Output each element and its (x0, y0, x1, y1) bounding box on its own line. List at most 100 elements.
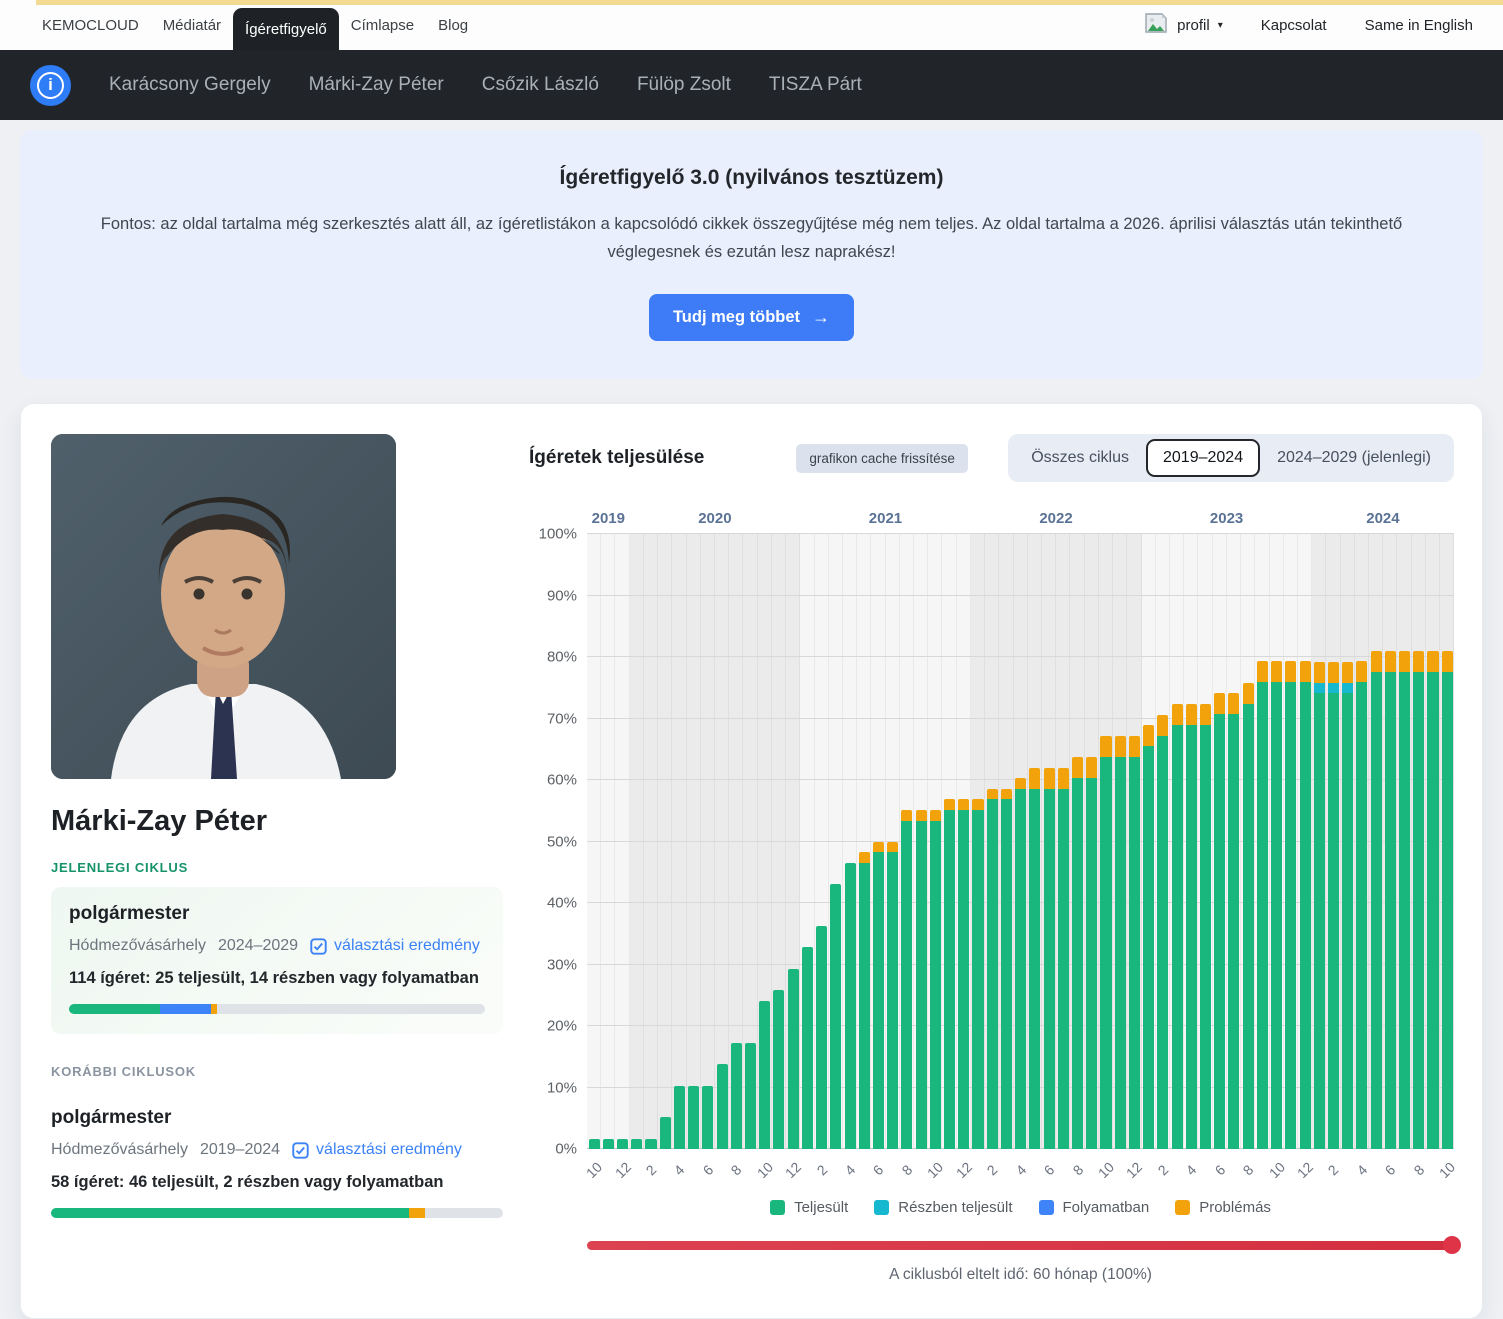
x-axis-label: 2 (813, 1162, 830, 1179)
y-axis-label: 50% (547, 833, 587, 850)
chart-bar-2024-08 (1412, 534, 1426, 1149)
chart-bar-2021-06 (871, 534, 885, 1149)
chart-bar-2020-01 (630, 534, 644, 1149)
chart-bar-2020-05 (687, 534, 701, 1149)
cycle-toggle[interactable]: 2019–2024 (1146, 439, 1260, 477)
chart-bar-2020-04 (672, 534, 686, 1149)
x-axis-label: 4 (671, 1162, 688, 1179)
legend-item[interactable]: Folyamatban (1039, 1199, 1150, 1216)
hero-description: Fontos: az oldal tartalma még szerkeszté… (64, 210, 1439, 266)
top-nav-tabs: KEMOCLOUD MédiatárÍgéretfigyelőCímlapseB… (30, 0, 480, 50)
chart-bar-2020-11 (772, 534, 786, 1149)
profile-column: Márki-Zay Péter JELENLEGI CIKLUS polgárm… (51, 434, 503, 1284)
y-axis-label: 20% (547, 1018, 587, 1035)
x-axis-label: 2 (1325, 1162, 1342, 1179)
contact-link[interactable]: Kapcsolat (1261, 17, 1327, 34)
legend-swatch-cyan (874, 1200, 889, 1215)
chart-bar-2019-12 (615, 534, 629, 1149)
x-axis-label: 6 (870, 1162, 887, 1179)
hero-title: Ígéretfigyelő 3.0 (nyilvános tesztüzem) (64, 166, 1439, 190)
subnav-link[interactable]: Fülöp Zsolt (637, 74, 731, 96)
y-axis-label: 80% (547, 649, 587, 666)
chart-plot-outer: 201920202021202220232024 0%10%20%30%40%5… (587, 534, 1454, 1149)
x-axis-label: 2 (984, 1162, 1001, 1179)
refresh-cache-button[interactable]: grafikon cache frissítése (796, 444, 968, 473)
progress-segment-orange (409, 1208, 424, 1218)
chart-bar-2023-05 (1198, 534, 1212, 1149)
checkbox-check-icon (310, 938, 327, 955)
brand-kemocloud[interactable]: KEMOCLOUD (30, 7, 151, 44)
cycle-toggle[interactable]: Összes ciklus (1014, 439, 1146, 477)
cycle-toggle[interactable]: 2024–2029 (jelenlegi) (1260, 439, 1448, 477)
chart-bar-2020-02 (644, 534, 658, 1149)
promise-progressbar (51, 1208, 503, 1218)
chart-bar-2022-03 (999, 534, 1013, 1149)
subnav-link[interactable]: TISZA Párt (769, 74, 862, 96)
info-icon[interactable]: i (30, 65, 71, 106)
chart-bar-2020-06 (701, 534, 715, 1149)
chart-bar-2024-04 (1355, 534, 1369, 1149)
hero-banner: Ígéretfigyelő 3.0 (nyilvános tesztüzem) … (20, 130, 1483, 379)
legend-item[interactable]: Teljesült (770, 1199, 848, 1216)
progress-segment-green (69, 1004, 160, 1014)
language-link[interactable]: Same in English (1365, 17, 1473, 34)
chart-bar-2022-02 (985, 534, 999, 1149)
chart-bar-2022-09 (1085, 534, 1099, 1149)
slider-track[interactable] (587, 1241, 1454, 1250)
subnav-link[interactable]: Csőzik László (482, 74, 599, 96)
top-right-links: profil ▾ Kapcsolat Same in English (1144, 12, 1473, 38)
x-axis-label: 4 (842, 1162, 859, 1179)
chart-bar-2022-05 (1028, 534, 1042, 1149)
avatar-broken-image-icon (1144, 12, 1169, 38)
election-result-link[interactable]: választási eredmény (292, 1141, 462, 1159)
chart-bar-2023-02 (1156, 534, 1170, 1149)
chart-bar-2023-12 (1298, 534, 1312, 1149)
top-navbar: KEMOCLOUD MédiatárÍgéretfigyelőCímlapseB… (0, 0, 1503, 50)
x-axis-label: 8 (1069, 1162, 1086, 1179)
role-title: polgármester (69, 903, 485, 925)
chart-bar-2021-03 (829, 534, 843, 1149)
legend-item[interactable]: Részben teljesült (874, 1199, 1012, 1216)
chart-bar-2021-02 (815, 534, 829, 1149)
learn-more-button[interactable]: Tudj meg többet → (649, 294, 854, 341)
chart-bar-2021-10 (928, 534, 942, 1149)
arrow-right-icon: → (812, 307, 830, 328)
progress-segment-orange (211, 1004, 216, 1014)
y-axis-label: 30% (547, 956, 587, 973)
x-axis-label: 10 (1436, 1159, 1458, 1181)
top-tab-ígéretfigyelő[interactable]: Ígéretfigyelő (233, 8, 339, 50)
elapsed-time-slider[interactable] (587, 1236, 1454, 1254)
election-result-link[interactable]: választási eredmény (310, 937, 480, 955)
chart-bar-2024-07 (1397, 534, 1411, 1149)
top-tab-címlapse[interactable]: Címlapse (339, 7, 426, 44)
subnav-link[interactable]: Karácsony Gergely (109, 74, 271, 96)
slider-caption: A ciklusból eltelt idő: 60 hónap (100%) (587, 1266, 1454, 1284)
chart-bar-2023-07 (1227, 534, 1241, 1149)
legend-item[interactable]: Problémás (1175, 1199, 1271, 1216)
x-axis-label: 8 (1240, 1162, 1257, 1179)
chart-bar-2023-03 (1170, 534, 1184, 1149)
chart-bar-2024-09 (1426, 534, 1440, 1149)
y-axis-label: 10% (547, 1079, 587, 1096)
chart-title: Ígéretek teljesülése (529, 447, 704, 469)
current-cycle-box: polgármester Hódmezővásárhely 2024–2029 … (51, 887, 503, 1034)
chart-bar-2022-10 (1099, 534, 1113, 1149)
profile-menu[interactable]: profil ▾ (1144, 12, 1223, 38)
y-axis-label: 90% (547, 587, 587, 604)
slider-thumb[interactable] (1443, 1236, 1461, 1254)
x-axis-label: 6 (1211, 1162, 1228, 1179)
chart-bar-2022-01 (971, 534, 985, 1149)
subnav-link[interactable]: Márki-Zay Péter (309, 74, 444, 96)
current-cycle-label: JELENLEGI CIKLUS (51, 860, 503, 875)
chart-bar-2023-01 (1142, 534, 1156, 1149)
chart-bar-2023-04 (1184, 534, 1198, 1149)
chart-bar-2024-02 (1326, 534, 1340, 1149)
top-tab-médiatár[interactable]: Médiatár (151, 7, 233, 44)
x-axis-label: 2 (1154, 1162, 1171, 1179)
x-axis-label: 6 (699, 1162, 716, 1179)
chart-bar-2021-11 (942, 534, 956, 1149)
top-tab-blog[interactable]: Blog (426, 7, 480, 44)
cycle-toggle-group: Összes ciklus2019–20242024–2029 (jelenle… (1008, 434, 1454, 482)
city: Hódmezővásárhely (69, 937, 206, 955)
y-axis-label: 100% (539, 526, 587, 543)
